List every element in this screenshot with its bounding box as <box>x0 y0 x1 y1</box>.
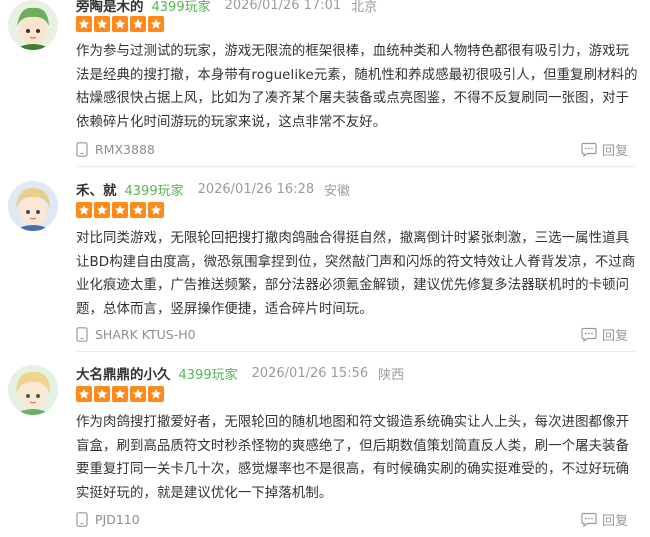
star-icon <box>94 202 110 218</box>
comment-icon <box>581 142 597 157</box>
avatar-image <box>8 181 58 231</box>
device-info: SHARK KTUS-H0 <box>76 327 196 342</box>
star-icon <box>94 386 110 402</box>
device-name: SHARK KTUS-H0 <box>95 326 196 342</box>
user-badge: 4399玩家 <box>151 0 211 15</box>
comment-icon <box>581 512 597 527</box>
device-name: PJD110 <box>95 511 140 527</box>
user-name[interactable]: 旁陶是木的 <box>76 0 144 15</box>
reply-button[interactable]: 回复 <box>581 140 628 159</box>
star-icon <box>148 202 164 218</box>
reply-label: 回复 <box>601 328 628 344</box>
star-icon <box>112 386 128 402</box>
post-location: 北京 <box>351 0 378 15</box>
star-icon <box>76 16 92 32</box>
star-icon <box>76 386 92 402</box>
post-location: 陕西 <box>378 367 405 383</box>
reply-label: 回复 <box>601 143 628 159</box>
user-avatar[interactable] <box>8 0 58 50</box>
divider <box>76 166 636 167</box>
reply-button[interactable]: 回复 <box>581 510 628 529</box>
user-name[interactable]: 大名鼎鼎的小久 <box>76 363 171 383</box>
device-info: PJD110 <box>76 512 140 527</box>
device-name: RMX3888 <box>95 141 155 157</box>
review-content: 作为参与过测试的玩家，游戏无限流的框架很棒，血统种类和人物特色都很有吸引力，游戏… <box>76 44 638 130</box>
post-time: 2026/01/26 17:01 <box>224 0 342 13</box>
review-content: 对比同类游戏，无限轮回把搜打撤肉鸽融合得挺自然，撤离倒计时紧张刺激，三选一属性道… <box>76 231 636 317</box>
star-icon <box>130 386 146 402</box>
user-avatar[interactable] <box>8 181 58 231</box>
star-icon <box>76 202 92 218</box>
phone-icon <box>76 326 88 342</box>
avatar-image <box>8 365 58 415</box>
post-time: 2026/01/26 15:56 <box>251 365 369 381</box>
divider <box>76 351 636 352</box>
device-info: RMX3888 <box>76 142 155 157</box>
star-icon <box>112 16 128 32</box>
rating-stars <box>76 202 164 218</box>
rating-stars <box>76 16 164 32</box>
post-time: 2026/01/26 16:28 <box>197 181 315 197</box>
star-icon <box>148 16 164 32</box>
reply-button[interactable]: 回复 <box>581 325 628 344</box>
star-icon <box>94 16 110 32</box>
user-badge: 4399玩家 <box>178 367 238 383</box>
user-badge: 4399玩家 <box>124 183 184 199</box>
user-name[interactable]: 禾、就 <box>76 179 117 199</box>
star-icon <box>130 202 146 218</box>
review-content: 作为肉鸽搜打撤爱好者，无限轮回的随机地图和符文锻造系统确实让人上头，每次进图都像… <box>76 415 630 501</box>
user-avatar[interactable] <box>8 365 58 415</box>
star-icon <box>148 386 164 402</box>
star-icon <box>112 202 128 218</box>
reply-label: 回复 <box>601 513 628 529</box>
comment-icon <box>581 327 597 342</box>
rating-stars <box>76 386 164 402</box>
phone-icon <box>76 511 88 527</box>
star-icon <box>130 16 146 32</box>
post-location: 安徽 <box>324 183 351 199</box>
avatar-image <box>8 0 58 50</box>
phone-icon <box>76 141 88 157</box>
